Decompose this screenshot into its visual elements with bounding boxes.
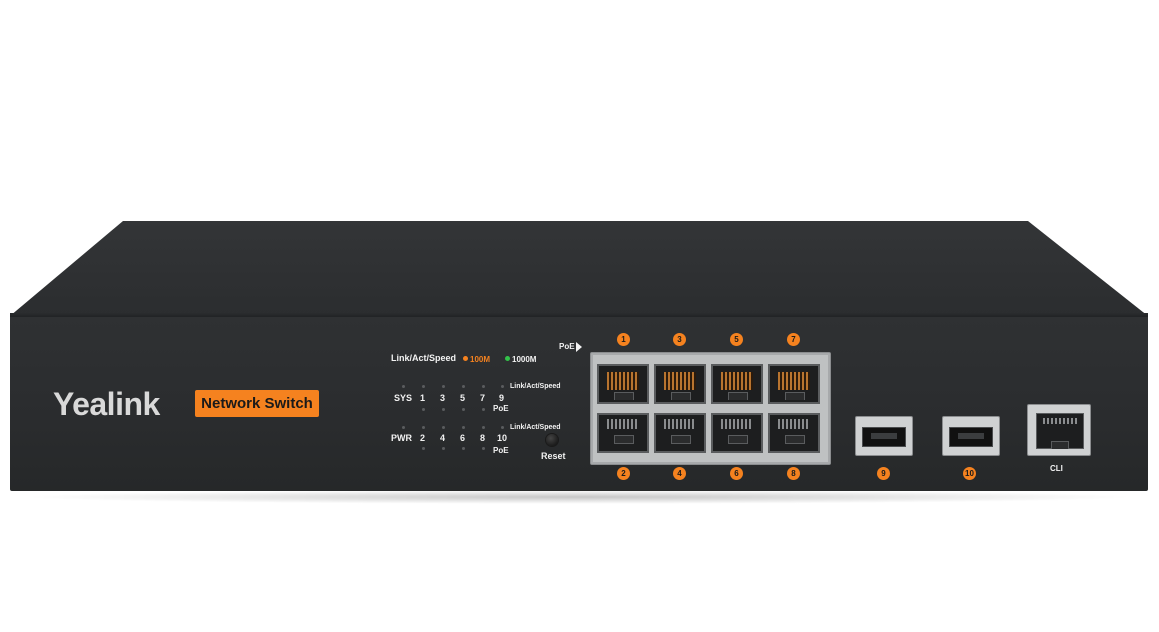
led-number-1: 1	[420, 393, 426, 403]
sys-label: SYS	[394, 393, 413, 403]
console-label: CLI	[1050, 464, 1063, 473]
network-switch: Yealink Network Switch Link/Act/Speed 10…	[0, 0, 1159, 632]
led-port-6-indicator	[462, 426, 465, 429]
port-number-8: 8	[787, 467, 800, 480]
rj45-port-1[interactable]	[597, 364, 649, 404]
led-legend-100m: 100M	[470, 355, 491, 364]
port-number-3: 3	[673, 333, 686, 346]
led-poe-8-indicator	[482, 447, 485, 450]
led-port-4-indicator	[442, 426, 445, 429]
led-legend-1000m: 1000M	[512, 355, 537, 364]
port-number-9: 9	[877, 467, 890, 480]
led-sys-indicator	[402, 385, 405, 388]
port-number-10: 10	[963, 467, 976, 480]
rj45-port-2[interactable]	[597, 413, 649, 453]
reset-button[interactable]	[546, 434, 558, 446]
led-port-2-indicator	[422, 426, 425, 429]
rj45-port-7[interactable]	[768, 364, 820, 404]
led-group-bottom-poe: PoE	[493, 446, 509, 455]
led-poe-4-indicator	[442, 447, 445, 450]
led-poe-6-indicator	[462, 447, 465, 450]
rj45-port-8[interactable]	[768, 413, 820, 453]
led-port-9-indicator	[501, 385, 504, 388]
console-port[interactable]	[1027, 404, 1091, 456]
led-group-top-link: Link/Act/Speed	[510, 383, 561, 390]
led-number-10: 10	[497, 433, 508, 443]
poe-arrow-icon	[576, 342, 582, 352]
sfp-port-9[interactable]	[855, 416, 913, 456]
brand-logo: Yealink	[53, 386, 160, 422]
switch-top-panel	[10, 221, 1148, 316]
switch-shadow	[20, 490, 1138, 504]
port-number-7: 7	[787, 333, 800, 346]
led-number-9: 9	[499, 393, 505, 403]
led-100m-icon	[463, 356, 468, 361]
led-poe-2-indicator	[422, 447, 425, 450]
led-port-8-indicator	[482, 426, 485, 429]
poe-marker-label: PoE	[559, 342, 575, 351]
reset-label: Reset	[541, 451, 566, 461]
rj45-port-block	[590, 352, 831, 465]
pwr-label: PWR	[391, 433, 412, 443]
port-number-5: 5	[730, 333, 743, 346]
led-group-top-poe: PoE	[493, 404, 509, 413]
port-number-1: 1	[617, 333, 630, 346]
led-group-bottom-link: Link/Act/Speed	[510, 424, 561, 431]
led-legend-title: Link/Act/Speed	[391, 353, 457, 363]
led-poe-1-indicator	[422, 408, 425, 411]
sfp-port-10[interactable]	[942, 416, 1000, 456]
rj45-port-6[interactable]	[711, 413, 763, 453]
led-number-5: 5	[460, 393, 466, 403]
led-poe-7-indicator	[482, 408, 485, 411]
led-number-2: 2	[420, 433, 426, 443]
led-pwr-indicator	[402, 426, 405, 429]
model-badge: Network Switch	[195, 390, 319, 417]
led-port-5-indicator	[462, 385, 465, 388]
led-number-4: 4	[440, 433, 446, 443]
port-number-6: 6	[730, 467, 743, 480]
led-port-3-indicator	[442, 385, 445, 388]
led-number-7: 7	[480, 393, 486, 403]
led-number-6: 6	[460, 433, 466, 443]
led-number-8: 8	[480, 433, 486, 443]
led-1000m-icon	[505, 356, 510, 361]
rj45-port-3[interactable]	[654, 364, 706, 404]
port-number-4: 4	[673, 467, 686, 480]
led-poe-3-indicator	[442, 408, 445, 411]
rj45-port-5[interactable]	[711, 364, 763, 404]
port-number-2: 2	[617, 467, 630, 480]
led-port-7-indicator	[482, 385, 485, 388]
led-poe-5-indicator	[462, 408, 465, 411]
rj45-port-4[interactable]	[654, 413, 706, 453]
led-port-10-indicator	[501, 426, 504, 429]
led-number-3: 3	[440, 393, 446, 403]
led-port-1-indicator	[422, 385, 425, 388]
